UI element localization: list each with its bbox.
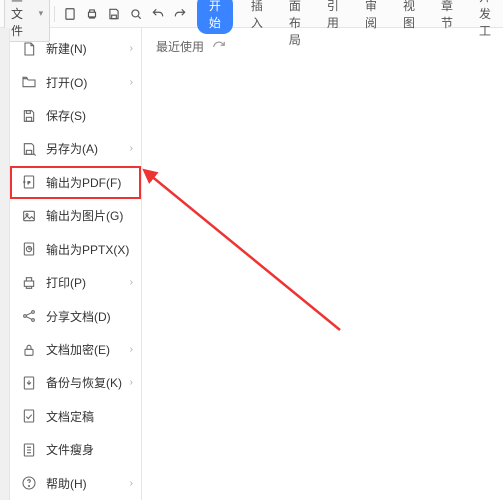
menu-item-export-pdf[interactable]: P 输出为PDF(F)	[10, 166, 141, 199]
export-pdf-icon: P	[20, 173, 38, 191]
new-doc-icon[interactable]	[63, 6, 77, 22]
app-body: 新建(N)›打开(O)›保存(S)另存为(A)›P输出为PDF(F)输出为图片(…	[0, 28, 503, 500]
menu-item-export-image[interactable]: 输出为图片(G)	[10, 199, 141, 232]
recent-used-label: 最近使用	[156, 38, 204, 55]
chevron-right-icon: ›	[130, 478, 133, 489]
menu-item-print[interactable]: 打印(P)›	[10, 266, 141, 299]
save-icon[interactable]	[107, 6, 121, 22]
lock-icon	[20, 341, 38, 359]
save-icon	[20, 107, 38, 125]
menu-item-help[interactable]: 帮助(H)›	[10, 466, 141, 499]
svg-text:P: P	[28, 180, 31, 185]
menu-item-label: 另存为(A)	[46, 140, 130, 157]
menu-item-compress[interactable]: 文件瘦身	[10, 433, 141, 466]
compress-icon	[20, 441, 38, 459]
export-pptx-icon	[20, 240, 38, 258]
menu-item-save[interactable]: 保存(S)	[10, 99, 141, 132]
finalize-icon	[20, 407, 38, 425]
backup-icon	[20, 374, 38, 392]
separator	[54, 6, 55, 22]
menu-item-label: 保存(S)	[46, 107, 133, 124]
menu-item-label: 输出为图片(G)	[46, 207, 133, 224]
chevron-right-icon: ›	[130, 43, 133, 54]
menu-item-label: 文档加密(E)	[46, 341, 130, 358]
menu-item-export-pptx[interactable]: 输出为PPTX(X)	[10, 233, 141, 266]
refresh-icon[interactable]	[212, 40, 226, 54]
print-icon[interactable]	[85, 6, 99, 22]
menu-item-share[interactable]: 分享文档(D)	[10, 299, 141, 332]
share-icon	[20, 307, 38, 325]
content-panel: 最近使用	[142, 28, 503, 500]
preview-icon[interactable]	[129, 6, 143, 22]
menu-item-label: 输出为PPTX(X)	[46, 241, 133, 258]
menu-item-label: 分享文档(D)	[46, 308, 133, 325]
menu-item-label: 文档定稿	[46, 408, 133, 425]
menu-item-label: 备份与恢复(K)	[46, 374, 130, 391]
folder-open-icon	[20, 73, 38, 91]
top-toolbar: 三 文件 ▾ 开始 插入 页面布局 引用 审阅 视图 章节 开发工	[0, 0, 503, 28]
menu-item-label: 新建(N)	[46, 40, 130, 57]
menu-item-label: 文件瘦身	[46, 441, 133, 458]
undo-icon[interactable]	[151, 6, 165, 22]
chevron-right-icon: ›	[130, 77, 133, 88]
chevron-right-icon: ›	[130, 277, 133, 288]
menu-item-finalize[interactable]: 文档定稿	[10, 400, 141, 433]
print-icon	[20, 274, 38, 292]
menu-item-lock[interactable]: 文档加密(E)›	[10, 333, 141, 366]
menu-item-label: 输出为PDF(F)	[46, 174, 133, 191]
menu-item-backup[interactable]: 备份与恢复(K)›	[10, 366, 141, 399]
file-blank-icon	[20, 40, 38, 58]
recent-used-header: 最近使用	[156, 38, 489, 55]
chevron-right-icon: ›	[130, 344, 133, 355]
help-icon	[20, 474, 38, 492]
menu-item-save-as[interactable]: 另存为(A)›	[10, 132, 141, 165]
file-menu: 新建(N)›打开(O)›保存(S)另存为(A)›P输出为PDF(F)输出为图片(…	[10, 28, 142, 500]
chevron-right-icon: ›	[130, 377, 133, 388]
chevron-down-icon: ▾	[39, 8, 44, 19]
menu-item-label: 打印(P)	[46, 274, 130, 291]
menu-item-file-blank[interactable]: 新建(N)›	[10, 32, 141, 65]
redo-icon[interactable]	[173, 6, 187, 22]
menu-item-folder-open[interactable]: 打开(O)›	[10, 65, 141, 98]
export-image-icon	[20, 207, 38, 225]
menu-item-label: 打开(O)	[46, 74, 130, 91]
menu-item-label: 帮助(H)	[46, 475, 130, 492]
left-gutter	[0, 28, 10, 500]
chevron-right-icon: ›	[130, 143, 133, 154]
save-as-icon	[20, 140, 38, 158]
